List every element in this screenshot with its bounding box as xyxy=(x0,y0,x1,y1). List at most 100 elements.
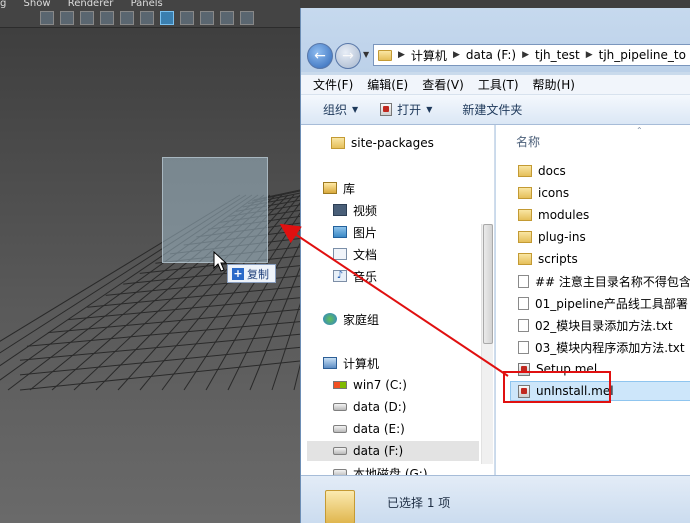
nav-item-drive-f[interactable]: data (F:) xyxy=(307,441,479,461)
frame-icon[interactable] xyxy=(80,10,94,25)
shaded-icon[interactable] xyxy=(160,10,174,25)
chevron-down-icon[interactable]: ▼ xyxy=(363,50,369,59)
nav-item-label: 图片 xyxy=(353,225,378,240)
menu-view[interactable]: 查看(V) xyxy=(422,76,464,93)
address-bar[interactable]: ▶ 计算机 ▶ data (F:) ▶ tjh_test ▶ tjh_pipel… xyxy=(373,44,690,66)
nav-item-music[interactable]: ♪ 音乐 xyxy=(333,266,377,286)
maya-menu-item[interactable]: Renderer xyxy=(68,0,114,8)
navigation-pane[interactable]: site-packages 库 视频 图片 文档 ♪ 音乐 家庭组 计算机 wi… xyxy=(301,125,495,475)
nav-item-label: 文档 xyxy=(353,247,378,262)
grid-toggle-icon[interactable] xyxy=(40,10,54,25)
textured-icon[interactable] xyxy=(180,10,194,25)
folder-icon xyxy=(325,490,355,523)
nav-item-label: data (E:) xyxy=(353,422,405,436)
nav-item-label: data (D:) xyxy=(353,400,407,414)
breadcrumb-item[interactable]: 计算机 xyxy=(411,47,447,64)
file-item-note[interactable]: ## 注意主目录名称不得包含 xyxy=(518,271,690,291)
file-item-icons[interactable]: icons xyxy=(518,183,569,203)
folder-icon xyxy=(331,137,345,149)
column-header-name[interactable]: 名称 xyxy=(516,133,540,150)
file-item-label: 02_模块目录添加方法.txt xyxy=(535,318,673,333)
open-button[interactable]: 打开 ▼ xyxy=(380,101,432,118)
menu-file[interactable]: 文件(F) xyxy=(313,76,353,93)
copy-drop-badge: + 复制 xyxy=(227,264,276,283)
nav-item-homegroup[interactable]: 家庭组 xyxy=(323,309,379,329)
menu-help[interactable]: 帮助(H) xyxy=(533,76,575,93)
maya-menu-item[interactable]: Show xyxy=(24,0,51,8)
file-item-label: 01_pipeline产品线工具部署 xyxy=(535,296,688,311)
plus-icon: + xyxy=(232,266,244,280)
maya-menu-item[interactable]: Panels xyxy=(131,0,163,8)
folder-icon xyxy=(518,231,532,243)
file-item-plug-ins[interactable]: plug-ins xyxy=(518,227,586,247)
folder-icon xyxy=(378,49,392,61)
video-icon xyxy=(333,204,347,216)
nav-scrollbar[interactable] xyxy=(481,224,493,464)
file-item-01-txt[interactable]: 01_pipeline产品线工具部署 xyxy=(518,293,688,313)
wireframe-icon[interactable] xyxy=(100,10,114,25)
drive-icon xyxy=(333,425,347,433)
file-item-03-txt[interactable]: 03_模块内程序添加方法.txt xyxy=(518,337,685,357)
maya-menu-item[interactable]: g xyxy=(0,0,6,8)
lighting-icon[interactable] xyxy=(200,10,214,25)
camera-icon[interactable] xyxy=(60,10,74,25)
nav-item-label: 视频 xyxy=(353,203,378,218)
nav-item-pictures[interactable]: 图片 xyxy=(333,222,377,242)
folder-icon xyxy=(518,187,532,199)
breadcrumb-item[interactable]: tjh_pipeline_to xyxy=(599,48,686,62)
file-item-label: icons xyxy=(538,186,570,200)
file-item-label: scripts xyxy=(538,252,578,266)
breadcrumb-item[interactable]: data (F:) xyxy=(466,48,516,62)
chevron-right-icon[interactable]: ▶ xyxy=(522,50,529,60)
nav-item-drive-g[interactable]: 本地磁盘 (G:) xyxy=(333,463,428,475)
status-bar: 已选择 1 项 xyxy=(301,475,690,523)
explorer-window: ← → ▼ ▶ 计算机 ▶ data (F:) ▶ tjh_test ▶ tjh… xyxy=(300,8,690,523)
drive-icon xyxy=(333,403,347,411)
breadcrumb-item[interactable]: tjh_test xyxy=(535,48,580,62)
nav-item-video[interactable]: 视频 xyxy=(333,200,377,220)
text-file-icon xyxy=(518,274,529,288)
nav-item-computer[interactable]: 计算机 xyxy=(323,353,379,373)
shadow-icon[interactable] xyxy=(220,10,234,25)
chevron-right-icon[interactable]: ▶ xyxy=(398,50,405,60)
menu-tools[interactable]: 工具(T) xyxy=(478,76,519,93)
light-bulb-icon[interactable] xyxy=(240,10,254,25)
file-item-modules[interactable]: modules xyxy=(518,205,589,225)
copy-badge-label: 复制 xyxy=(247,267,269,281)
mel-file-icon xyxy=(380,103,393,116)
frame-all-icon[interactable] xyxy=(140,10,154,25)
nav-item-drive-d[interactable]: data (D:) xyxy=(333,397,407,417)
file-item-label: docs xyxy=(538,164,566,178)
music-icon: ♪ xyxy=(333,270,347,282)
highlight-box xyxy=(503,371,611,403)
forward-button[interactable]: → xyxy=(335,43,361,69)
nav-scrollbar-thumb[interactable] xyxy=(483,224,493,344)
chevron-right-icon[interactable]: ▶ xyxy=(586,50,593,60)
file-item-scripts[interactable]: scripts xyxy=(518,249,578,269)
select-icon[interactable] xyxy=(120,10,134,25)
new-folder-label: 新建文件夹 xyxy=(462,103,523,117)
new-folder-button[interactable]: 新建文件夹 xyxy=(462,101,522,118)
nav-item-site-packages[interactable]: site-packages xyxy=(331,133,434,153)
menu-edit[interactable]: 编辑(E) xyxy=(367,76,408,93)
file-item-docs[interactable]: docs xyxy=(518,161,566,181)
chevron-right-icon[interactable]: ▶ xyxy=(453,50,460,60)
organize-button[interactable]: 组织 ▼ xyxy=(323,101,358,118)
nav-item-drive-c[interactable]: win7 (C:) xyxy=(333,375,407,395)
maya-viewport[interactable]: g Show Renderer Panels + 复制 xyxy=(0,0,300,523)
nav-item-drive-e[interactable]: data (E:) xyxy=(333,419,405,439)
nav-item-label: 本地磁盘 (G:) xyxy=(353,466,428,476)
file-item-02-txt[interactable]: 02_模块目录添加方法.txt xyxy=(518,315,673,335)
nav-item-label: data (F:) xyxy=(353,444,404,458)
file-list-pane[interactable]: ⌃ 名称 docs icons modules plug-ins scripts… xyxy=(496,125,690,475)
nav-item-label: win7 (C:) xyxy=(353,378,407,392)
nav-item-library[interactable]: 库 xyxy=(323,178,355,198)
library-icon xyxy=(323,182,337,194)
nav-item-documents[interactable]: 文档 xyxy=(333,244,377,264)
text-file-icon xyxy=(518,318,529,332)
status-text: 已选择 1 项 xyxy=(387,496,451,510)
back-button[interactable]: ← xyxy=(307,43,333,69)
dragged-file-preview xyxy=(162,157,268,263)
windows-drive-icon xyxy=(333,381,347,389)
drive-icon xyxy=(333,447,347,455)
